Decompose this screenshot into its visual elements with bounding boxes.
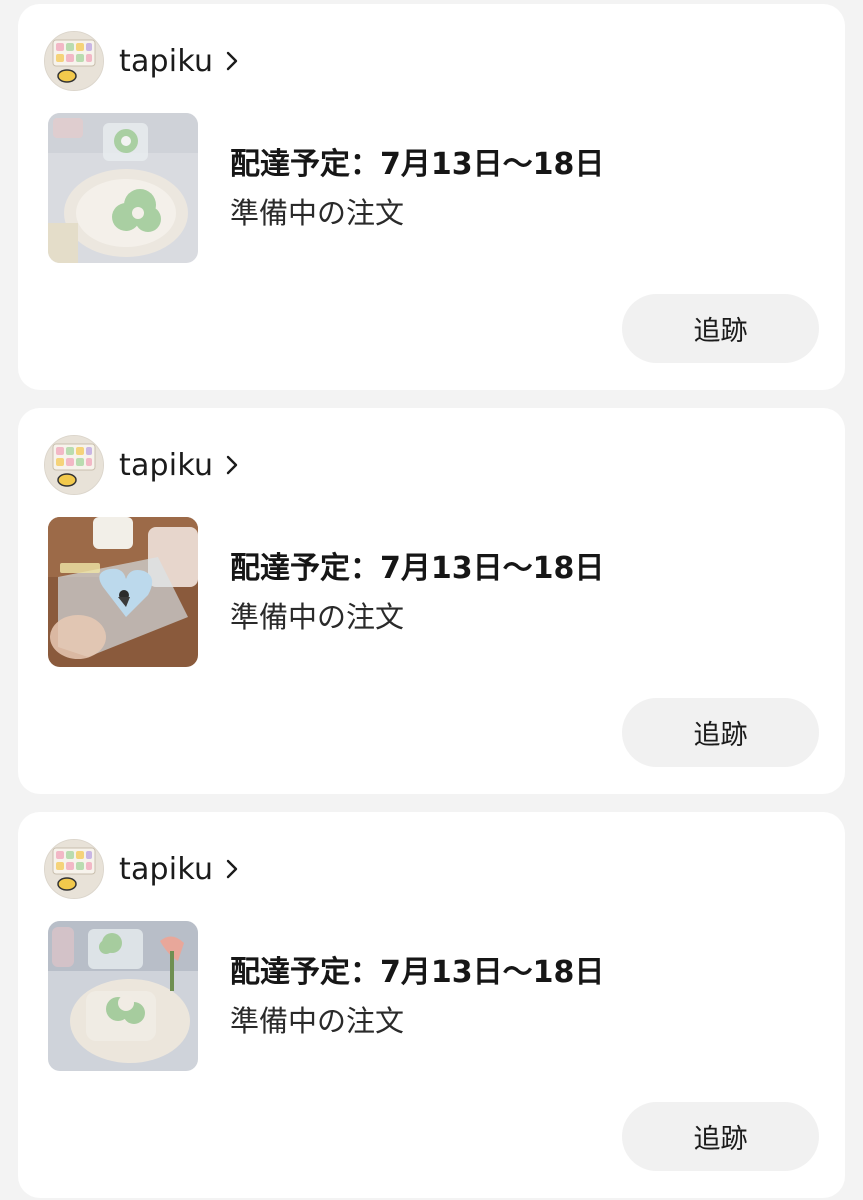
product-thumbnail[interactable] <box>48 921 198 1071</box>
shop-link[interactable]: tapiku <box>44 838 239 900</box>
delivery-estimate: 配達予定：7月13日〜18日 <box>230 551 605 586</box>
delivery-estimate: 配達予定：7月13日〜18日 <box>230 955 605 990</box>
shop-avatar <box>44 435 104 495</box>
chevron-right-icon <box>225 858 239 880</box>
order-status: 準備中の注文 <box>230 196 405 230</box>
chevron-right-icon <box>225 454 239 476</box>
shop-name: tapiku <box>119 43 214 79</box>
order-card: tapiku 配達予定：7月13日〜18日 準備中の注文 追跡 <box>18 408 845 794</box>
shop-avatar <box>44 31 104 91</box>
track-button[interactable]: 追跡 <box>622 294 819 363</box>
shop-avatar <box>44 839 104 899</box>
order-card: tapiku 配達予定：7月13日〜18日 準備中の注文 追跡 <box>18 812 845 1198</box>
shop-link[interactable]: tapiku <box>44 434 239 496</box>
order-status: 準備中の注文 <box>230 600 405 634</box>
order-list: tapiku 配達予定：7月13日〜18日 準備中の注文 追跡 tapiku 配… <box>0 0 863 1200</box>
order-card: tapiku 配達予定：7月13日〜18日 準備中の注文 追跡 <box>18 4 845 390</box>
order-info: 配達予定：7月13日〜18日 準備中の注文 <box>230 549 604 637</box>
delivery-estimate: 配達予定：7月13日〜18日 <box>230 147 605 182</box>
order-info: 配達予定：7月13日〜18日 準備中の注文 <box>230 953 604 1041</box>
order-status: 準備中の注文 <box>230 1004 405 1038</box>
product-thumbnail[interactable] <box>48 517 198 667</box>
track-button[interactable]: 追跡 <box>622 1102 819 1171</box>
shop-link[interactable]: tapiku <box>44 30 239 92</box>
shop-name: tapiku <box>119 851 214 887</box>
order-info: 配達予定：7月13日〜18日 準備中の注文 <box>230 145 604 233</box>
chevron-right-icon <box>225 50 239 72</box>
track-button[interactable]: 追跡 <box>622 698 819 767</box>
shop-name: tapiku <box>119 447 214 483</box>
product-thumbnail[interactable] <box>48 113 198 263</box>
